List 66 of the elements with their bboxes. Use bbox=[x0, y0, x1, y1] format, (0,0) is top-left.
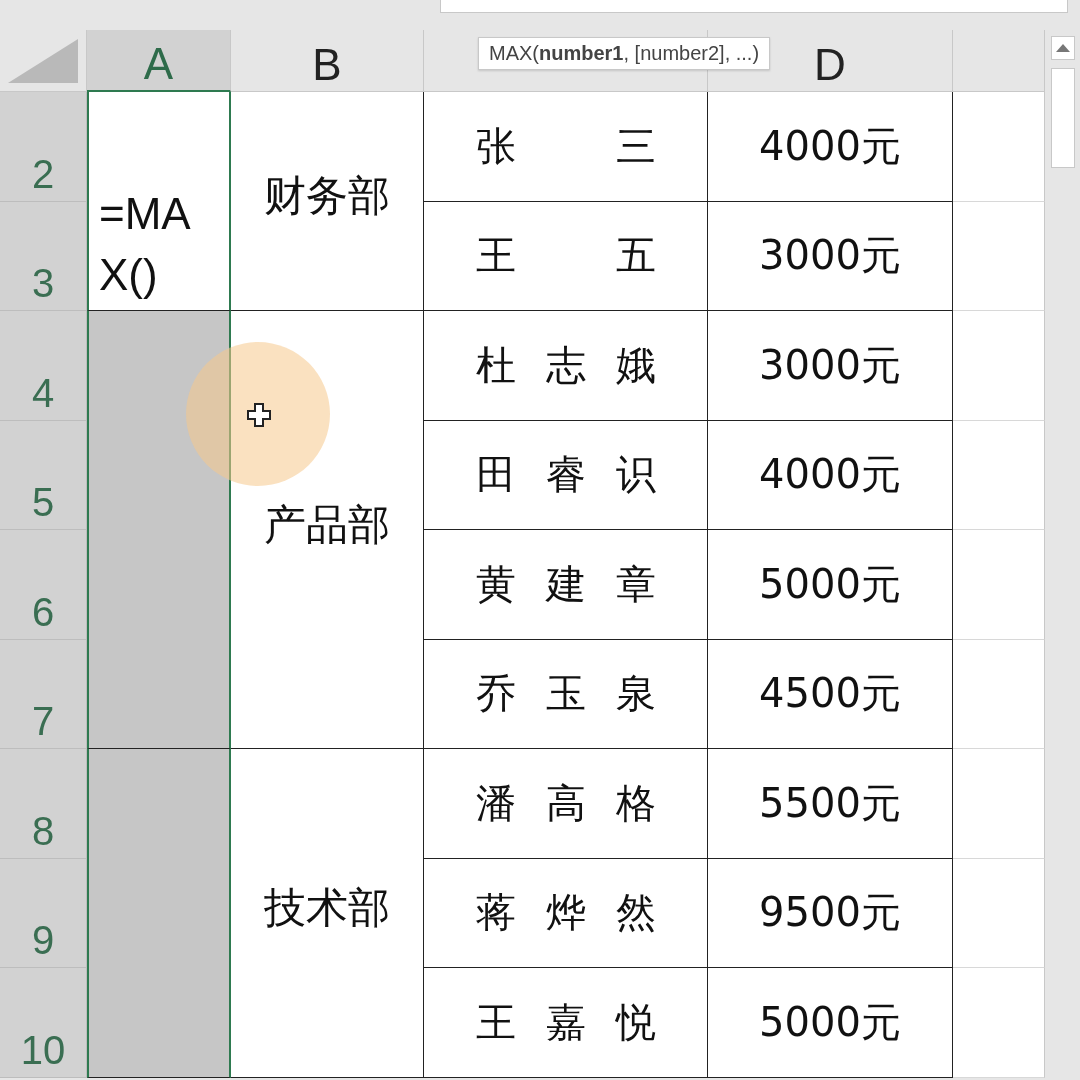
table-cell[interactable]: 黄建章 bbox=[424, 530, 708, 640]
employee-name: 杜志娥 bbox=[475, 340, 656, 390]
employee-name: 张三 bbox=[475, 121, 656, 171]
table-cell[interactable]: 4500元 bbox=[708, 639, 953, 749]
up-arrow-icon bbox=[1055, 44, 1070, 52]
column-header[interactable] bbox=[953, 30, 1045, 92]
row-header[interactable]: 6 bbox=[0, 530, 87, 640]
cell[interactable] bbox=[87, 749, 231, 1078]
row-header[interactable]: 8 bbox=[0, 749, 87, 859]
scroll-up-button[interactable] bbox=[1050, 36, 1075, 60]
formula-bar[interactable] bbox=[440, 0, 1068, 13]
table-cell[interactable]: 蒋烨然 bbox=[424, 858, 708, 968]
employee-name: 潘高格 bbox=[475, 778, 656, 828]
salary: 4000元 bbox=[759, 121, 901, 171]
table-cell[interactable]: 9500元 bbox=[708, 858, 953, 968]
salary: 3000元 bbox=[759, 340, 901, 390]
department-name: 产品部 bbox=[264, 498, 390, 551]
salary: 5500元 bbox=[759, 778, 901, 828]
row-header[interactable]: 4 bbox=[0, 311, 87, 421]
table-cell[interactable]: 4000元 bbox=[708, 420, 953, 530]
salary: 5000元 bbox=[759, 559, 901, 609]
table-cell[interactable]: 5000元 bbox=[708, 530, 953, 640]
employee-name: 乔玉泉 bbox=[475, 669, 656, 719]
cell[interactable] bbox=[87, 311, 231, 749]
salary: 3000元 bbox=[759, 231, 901, 281]
salary: 4000元 bbox=[759, 450, 901, 500]
row-header[interactable]: 10 bbox=[0, 968, 87, 1078]
table-cell[interactable]: 5500元 bbox=[708, 749, 953, 859]
scrollbar-thumb[interactable] bbox=[1050, 68, 1075, 168]
table-cell[interactable]: 潘高格 bbox=[424, 749, 708, 859]
column-header[interactable]: B bbox=[231, 30, 424, 92]
function-tooltip: MAX(number1, [number2], ...) bbox=[478, 37, 771, 70]
employee-name: 蒋烨然 bbox=[475, 888, 656, 938]
select-all-button[interactable] bbox=[0, 30, 87, 92]
employee-name: 王五 bbox=[475, 231, 656, 281]
formula-text: =MAX() bbox=[99, 187, 192, 302]
employee-name: 黄建章 bbox=[475, 559, 656, 609]
table-cell[interactable]: 5000元 bbox=[708, 968, 953, 1078]
table-cell[interactable]: 3000元 bbox=[708, 201, 953, 311]
table-cell[interactable]: 张三 bbox=[424, 92, 708, 202]
table-cell[interactable]: 技术部 bbox=[231, 749, 424, 1078]
department-name: 财务部 bbox=[264, 170, 390, 222]
table-cell[interactable]: 田睿识 bbox=[424, 420, 708, 530]
salary: 5000元 bbox=[759, 997, 901, 1047]
employee-name: 王嘉悦 bbox=[475, 997, 656, 1047]
table-cell[interactable]: 财务部 bbox=[231, 92, 424, 311]
cursor-icon bbox=[247, 403, 271, 427]
row-header[interactable]: 3 bbox=[0, 201, 87, 311]
row-header[interactable]: 7 bbox=[0, 639, 87, 749]
table-cell[interactable]: 4000元 bbox=[708, 92, 953, 202]
row-header[interactable]: 2 bbox=[0, 92, 87, 202]
salary: 9500元 bbox=[759, 888, 901, 938]
employee-name: 田睿识 bbox=[475, 450, 656, 500]
row-header[interactable]: 9 bbox=[0, 858, 87, 968]
table-cell[interactable]: 产品部 bbox=[231, 311, 424, 749]
triangle-icon bbox=[8, 39, 78, 83]
cell[interactable]: =MAX() bbox=[87, 92, 231, 311]
table-cell[interactable]: 3000元 bbox=[708, 311, 953, 421]
table-cell[interactable]: 王嘉悦 bbox=[424, 968, 708, 1078]
salary: 4500元 bbox=[759, 669, 901, 719]
table-cell[interactable]: 王五 bbox=[424, 201, 708, 311]
row-header[interactable]: 5 bbox=[0, 420, 87, 530]
table-cell[interactable]: 杜志娥 bbox=[424, 311, 708, 421]
department-name: 技术部 bbox=[264, 881, 390, 934]
column-header[interactable]: A bbox=[87, 30, 231, 92]
table-cell[interactable]: 乔玉泉 bbox=[424, 639, 708, 749]
